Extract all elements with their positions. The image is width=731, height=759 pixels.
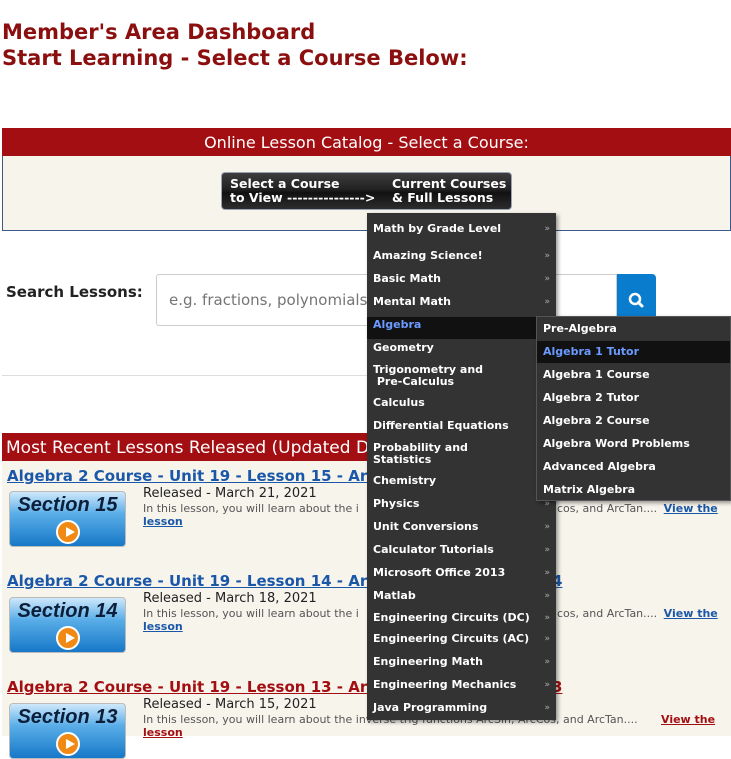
release-date: Released - March 18, 2021 xyxy=(143,591,317,606)
menu-item-science[interactable]: Amazing Science! xyxy=(373,250,483,262)
menu-item-java[interactable]: Java Programming xyxy=(373,702,487,714)
play-icon xyxy=(56,626,80,650)
description-tail: View the xyxy=(661,713,721,726)
chevron-right-icon: » xyxy=(544,545,550,555)
submenu-item-advanced-algebra[interactable]: Advanced Algebra xyxy=(543,461,656,473)
menu-item-diff-eq[interactable]: Differential Equations xyxy=(373,420,509,432)
select-course-label: Select a Course to View ---------------> xyxy=(230,176,376,205)
description-tail-text: cos, and ArcTan.... xyxy=(557,607,658,620)
release-date: Released - March 15, 2021 xyxy=(143,697,317,712)
menu-item-circuits-dc[interactable]: Engineering Circuits (DC) xyxy=(373,612,530,624)
submenu-item-algebra2-course[interactable]: Algebra 2 Course xyxy=(543,415,650,427)
release-date: Released - March 21, 2021 xyxy=(143,486,317,501)
menu-item-trigonometry[interactable]: Trigonometry and Pre-Calculus xyxy=(373,364,483,388)
description-tail: cos, and ArcTan.... View the xyxy=(557,607,727,620)
menu-item-basic-math[interactable]: Basic Math xyxy=(373,273,441,285)
menu-item-grade-level[interactable]: Math by Grade Level xyxy=(373,223,501,235)
menu-item-circuits-ac[interactable]: Engineering Circuits (AC) xyxy=(373,633,529,645)
view-lesson-link-cont[interactable]: lesson xyxy=(143,726,183,739)
submenu-item-algebra2-tutor[interactable]: Algebra 2 Tutor xyxy=(543,392,639,404)
view-lesson-link[interactable]: View the xyxy=(664,607,718,620)
chevron-right-icon: » xyxy=(544,297,550,307)
menu-item-calculus[interactable]: Calculus xyxy=(373,397,425,409)
description-text: In this lesson, you will learn about the… xyxy=(143,607,359,620)
thumbnail-label: Section 14 xyxy=(17,600,118,622)
submenu-item-word-problems[interactable]: Algebra Word Problems xyxy=(543,438,690,450)
menu-item-chemistry[interactable]: Chemistry xyxy=(373,475,436,487)
view-lesson-link-cont[interactable]: lesson xyxy=(143,620,183,633)
submenu-item-algebra1-tutor[interactable]: Algebra 1 Tutor xyxy=(543,346,639,358)
description-tail: cos, and ArcTan.... View the xyxy=(557,502,727,515)
menu-item-eng-math[interactable]: Engineering Math xyxy=(373,656,483,668)
menu-item-geometry[interactable]: Geometry xyxy=(373,342,434,354)
description-text: In this lesson, you will learn about the… xyxy=(143,502,359,515)
submenu-item-pre-algebra[interactable]: Pre-Algebra xyxy=(543,323,617,335)
lesson-title-link[interactable]: Algebra 2 Course - Unit 19 - Lesson 13 -… xyxy=(7,678,403,696)
thumbnail-label: Section 15 xyxy=(17,494,118,516)
chevron-right-icon: » xyxy=(544,613,550,623)
lesson-thumbnail[interactable]: Section 14 xyxy=(9,597,126,653)
course-dropdown-menu: Math by Grade Level Amazing Science! Bas… xyxy=(367,213,556,720)
view-lesson-link-cont[interactable]: lesson xyxy=(143,515,183,528)
chevron-right-icon: » xyxy=(544,568,550,578)
lesson-title-link[interactable]: Algebra 2 Course - Unit 19 - Lesson 14 -… xyxy=(7,572,403,590)
submenu-item-matrix-algebra[interactable]: Matrix Algebra xyxy=(543,484,635,496)
menu-item-physics[interactable]: Physics xyxy=(373,498,419,510)
chevron-right-icon: » xyxy=(544,591,550,601)
chevron-right-icon: » xyxy=(544,224,550,234)
chevron-right-icon: » xyxy=(544,680,550,690)
lesson-thumbnail[interactable]: Section 15 xyxy=(9,491,126,547)
menu-item-office[interactable]: Microsoft Office 2013 xyxy=(373,567,505,579)
chevron-right-icon: » xyxy=(544,274,550,284)
page-subtitle: Start Learning - Select a Course Below: xyxy=(2,46,468,70)
menu-item-calculator[interactable]: Calculator Tutorials xyxy=(373,544,494,556)
menu-item-probability[interactable]: Probability and Statistics xyxy=(373,442,468,466)
view-lesson-link[interactable]: View the xyxy=(661,713,715,726)
description-line2: lesson xyxy=(143,726,728,739)
algebra-submenu: Pre-Algebra Algebra 1 Tutor Algebra 1 Co… xyxy=(536,316,731,501)
lesson-title-link[interactable]: Algebra 2 Course - Unit 19 - Lesson 15 -… xyxy=(7,467,403,485)
menu-item-algebra[interactable]: Algebra xyxy=(373,319,421,331)
menu-item-unit-conversions[interactable]: Unit Conversions xyxy=(373,521,478,533)
search-label: Search Lessons: xyxy=(6,283,143,301)
lesson-thumbnail[interactable]: Section 13 xyxy=(9,703,126,759)
thumbnail-label: Section 13 xyxy=(17,706,118,728)
chevron-right-icon: » xyxy=(544,634,550,644)
menu-item-mental-math[interactable]: Mental Math xyxy=(373,296,451,308)
chevron-right-icon: » xyxy=(544,251,550,261)
chevron-right-icon: » xyxy=(544,703,550,713)
menu-item-eng-mechanics[interactable]: Engineering Mechanics xyxy=(373,679,516,691)
select-course-button[interactable]: Select a Course to View --------------->… xyxy=(221,172,512,210)
submenu-item-algebra1-course[interactable]: Algebra 1 Course xyxy=(543,369,650,381)
catalog-heading: Online Lesson Catalog - Select a Course: xyxy=(2,128,731,156)
chevron-right-icon: » xyxy=(544,657,550,667)
view-lesson-link[interactable]: View the xyxy=(664,502,718,515)
description-tail-text: cos, and ArcTan.... xyxy=(557,502,658,515)
current-courses-label: Current Courses & Full Lessons xyxy=(392,176,507,205)
play-icon xyxy=(56,520,80,544)
menu-item-matlab[interactable]: Matlab xyxy=(373,590,416,602)
page-title: Member's Area Dashboard xyxy=(2,20,316,44)
chevron-right-icon: » xyxy=(544,522,550,532)
